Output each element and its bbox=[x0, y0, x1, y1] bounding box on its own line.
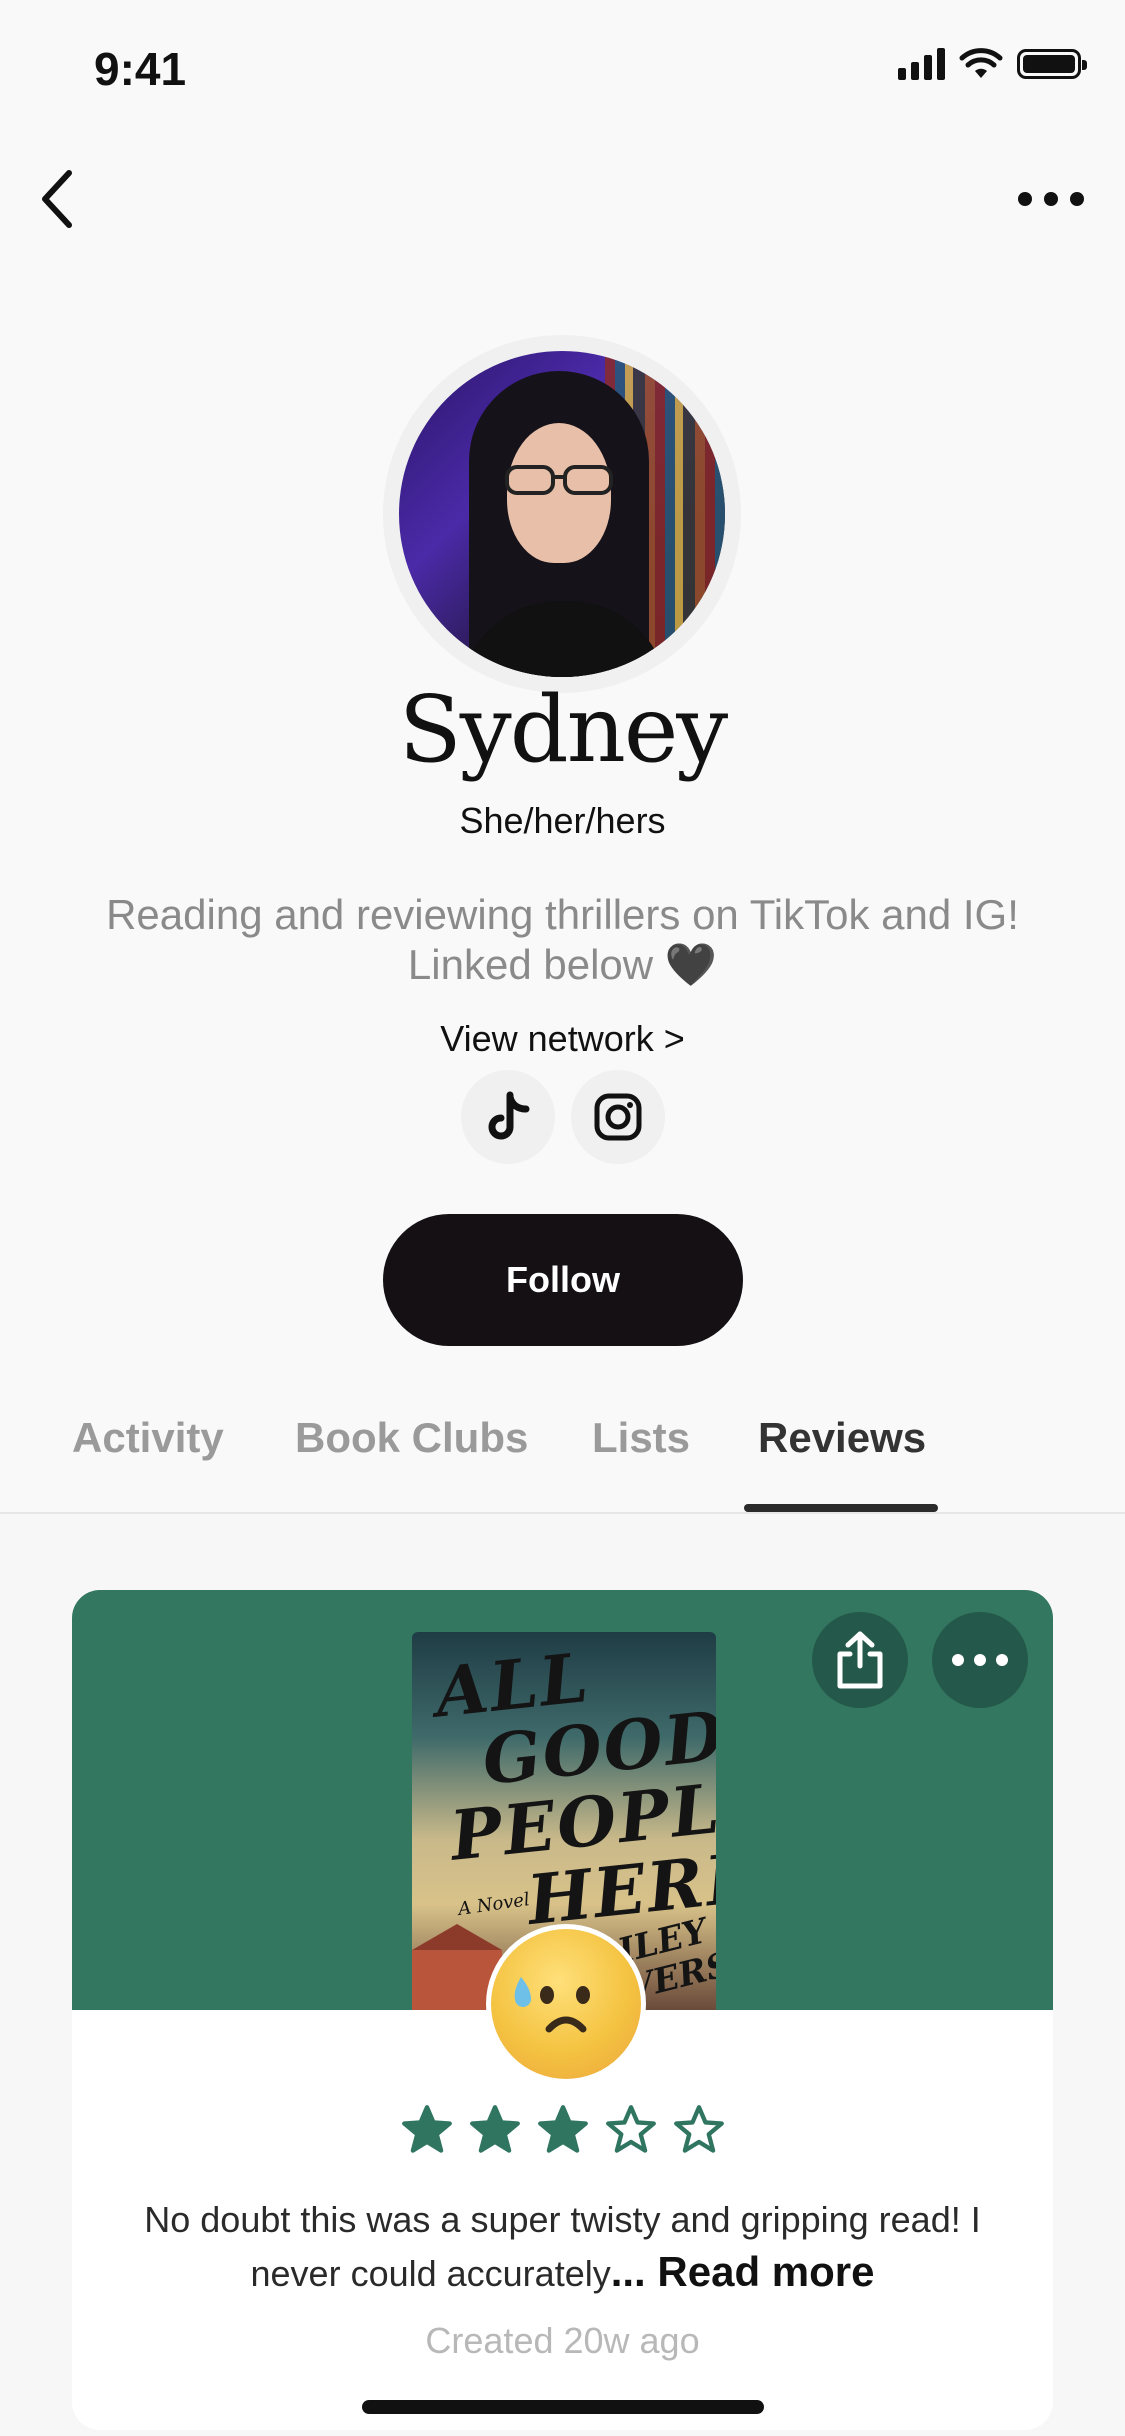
read-more-link[interactable]: ... Read more bbox=[611, 2248, 875, 2295]
instagram-icon bbox=[594, 1093, 641, 1141]
signal-icon bbox=[898, 48, 945, 80]
active-tab-indicator bbox=[744, 1504, 938, 1512]
star-filled-icon bbox=[469, 2105, 520, 2153]
tab-lists[interactable]: Lists bbox=[592, 1414, 690, 1462]
instagram-button[interactable] bbox=[570, 1070, 665, 1164]
review-card[interactable]: ALL GOOD PEOPLE HERE A Novel ILEY VERS N… bbox=[72, 1590, 1053, 2430]
star-empty-icon bbox=[605, 2105, 656, 2153]
dot-icon bbox=[996, 1654, 1008, 1666]
review-more-button[interactable] bbox=[932, 1612, 1028, 1708]
more-options-button[interactable] bbox=[1009, 174, 1093, 224]
tab-activity[interactable]: Activity bbox=[72, 1414, 224, 1462]
star-rating bbox=[72, 2104, 1053, 2156]
dot-icon bbox=[1044, 192, 1058, 206]
tiktok-button[interactable] bbox=[460, 1070, 555, 1164]
share-button[interactable] bbox=[812, 1612, 908, 1708]
chevron-left-icon bbox=[42, 170, 72, 228]
dot-icon bbox=[1070, 192, 1084, 206]
view-network-link[interactable]: View network > bbox=[0, 1018, 1125, 1060]
avatar-photo bbox=[399, 351, 725, 677]
wifi-icon bbox=[959, 48, 1003, 78]
review-text: No doubt this was a super twisty and gri… bbox=[132, 2194, 993, 2300]
profile-pronouns: She/her/hers bbox=[459, 800, 666, 841]
profile-name: Sydney bbox=[398, 676, 729, 783]
profile-bio: Reading and reviewing thrillers on TikTo… bbox=[106, 891, 1019, 988]
social-links bbox=[0, 1070, 1125, 1164]
battery-icon bbox=[1017, 49, 1087, 79]
avatar[interactable] bbox=[383, 335, 741, 693]
dot-icon bbox=[1018, 192, 1032, 206]
dot-icon bbox=[952, 1654, 964, 1666]
star-filled-icon bbox=[401, 2105, 452, 2153]
home-indicator bbox=[362, 2400, 764, 2414]
tab-reviews[interactable]: Reviews bbox=[758, 1414, 926, 1462]
profile-tabs: Activity Book Clubs Lists Reviews bbox=[0, 1400, 1125, 1514]
star-empty-icon bbox=[673, 2105, 724, 2153]
review-created-time: Created 20w ago bbox=[425, 2320, 700, 2361]
back-button[interactable] bbox=[22, 164, 92, 234]
anxious-sweat-face-icon bbox=[491, 1929, 641, 2079]
status-icons bbox=[898, 48, 1087, 80]
tiktok-icon bbox=[488, 1091, 529, 1140]
reaction-badge bbox=[486, 1924, 646, 2084]
tab-book-clubs[interactable]: Book Clubs bbox=[295, 1414, 528, 1462]
star-filled-icon bbox=[537, 2105, 588, 2153]
status-time: 9:41 bbox=[94, 43, 187, 95]
follow-button[interactable]: Follow bbox=[383, 1214, 743, 1346]
share-icon bbox=[837, 1631, 883, 1689]
dot-icon bbox=[974, 1654, 986, 1666]
